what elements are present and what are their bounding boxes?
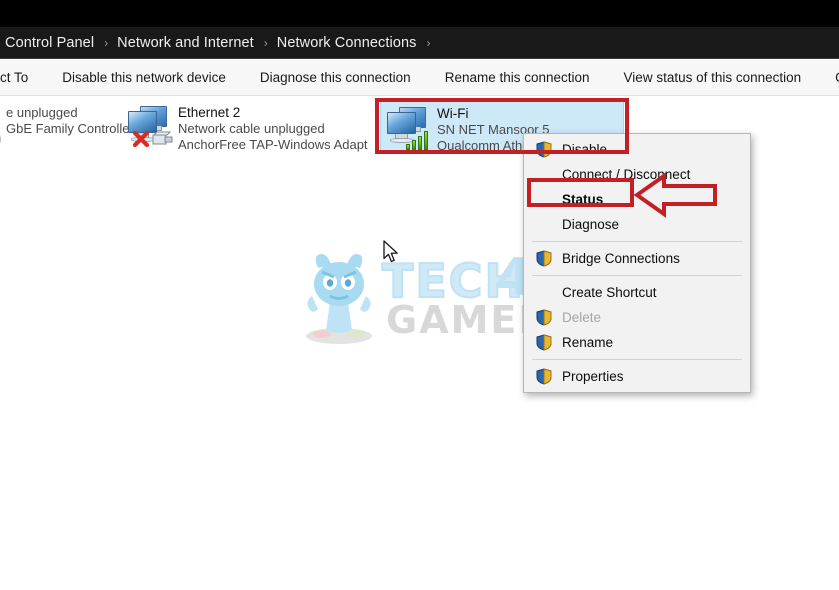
toolbar-item-rename-this-connection[interactable]: Rename this connection — [428, 70, 607, 85]
toolbar-item-view-status-of-this-connection[interactable]: View status of this connection — [607, 70, 819, 85]
menu-separator — [532, 359, 742, 360]
chevron-right-icon: › — [263, 35, 268, 50]
cable-plug-icon — [152, 131, 173, 145]
signal-strength-icon — [406, 128, 432, 150]
menu-item-bridge-connections[interactable]: Bridge Connections — [524, 246, 750, 271]
window-title-bar — [0, 0, 839, 27]
menu-item-label: Bridge Connections — [562, 251, 680, 266]
error-x-icon — [132, 130, 150, 148]
menu-item-delete: Delete — [524, 305, 750, 330]
menu-item-label: Connect / Disconnect — [562, 167, 691, 182]
menu-item-disable[interactable]: Disable — [524, 137, 750, 162]
menu-separator — [532, 275, 742, 276]
wifi-context-menu[interactable]: Disable Connect / Disconnect Status Diag… — [523, 133, 751, 393]
breadcrumb-item-control-panel[interactable]: Control Panel — [2, 35, 97, 51]
breadcrumb-item-network-connections[interactable]: Network Connections — [274, 35, 420, 51]
menu-item-rename[interactable]: Rename — [524, 330, 750, 355]
wifi-adapter-connected-icon — [385, 105, 433, 151]
command-toolbar: ct To Disable this network device Diagno… — [0, 60, 839, 96]
uac-shield-icon — [536, 309, 552, 326]
network-adapter-disconnected-icon — [0, 104, 2, 150]
connection-adapter: GbE Family Controller — [6, 121, 134, 136]
menu-item-label: Delete — [562, 310, 602, 325]
network-adapter-disconnected-icon — [126, 104, 174, 150]
cable-plug-icon — [0, 136, 1, 143]
menu-item-label: Create Shortcut — [562, 285, 657, 300]
list-item[interactable]: Ethernet 2 Network cable unplugged Ancho… — [122, 100, 372, 154]
menu-separator — [532, 241, 742, 242]
menu-item-label: Rename — [562, 335, 614, 350]
connection-status: Network cable unplugged — [178, 121, 325, 136]
uac-shield-icon — [536, 141, 552, 158]
connection-status: e unplugged — [6, 105, 78, 120]
uac-shield-icon — [536, 368, 552, 385]
menu-item-label: Disable — [562, 142, 608, 157]
breadcrumb[interactable]: Control Panel › Network and Internet › N… — [0, 27, 839, 59]
toolbar-item-disable-this-network-device[interactable]: Disable this network device — [45, 70, 243, 85]
toolbar-item-diagnose-this-connection[interactable]: Diagnose this connection — [243, 70, 428, 85]
menu-item-label: Diagnose — [562, 217, 620, 232]
breadcrumb-item-network-and-internet[interactable]: Network and Internet — [114, 35, 257, 51]
chevron-right-icon: › — [104, 35, 109, 50]
connection-name: Wi-Fi — [437, 106, 469, 121]
menu-item-label: Properties — [562, 369, 624, 384]
connection-name: Ethernet 2 — [178, 105, 241, 120]
menu-item-connect-disconnect[interactable]: Connect / Disconnect — [524, 162, 750, 187]
toolbar-item-change-settings-of[interactable]: Change settings of — [818, 70, 839, 85]
menu-item-diagnose[interactable]: Diagnose — [524, 212, 750, 237]
uac-shield-icon — [536, 334, 552, 351]
menu-item-properties[interactable]: Properties — [524, 364, 750, 389]
network-connections-window: Control Panel › Network and Internet › N… — [0, 0, 839, 590]
toolbar-item-connect-to[interactable]: ct To — [0, 70, 45, 85]
connection-adapter: AnchorFree TAP-Windows Adapt... — [178, 137, 368, 152]
menu-item-label: Status — [562, 192, 604, 207]
chevron-right-icon: › — [426, 35, 431, 50]
menu-item-create-shortcut[interactable]: Create Shortcut — [524, 280, 750, 305]
uac-shield-icon — [536, 250, 552, 267]
menu-item-status[interactable]: Status — [524, 187, 750, 212]
